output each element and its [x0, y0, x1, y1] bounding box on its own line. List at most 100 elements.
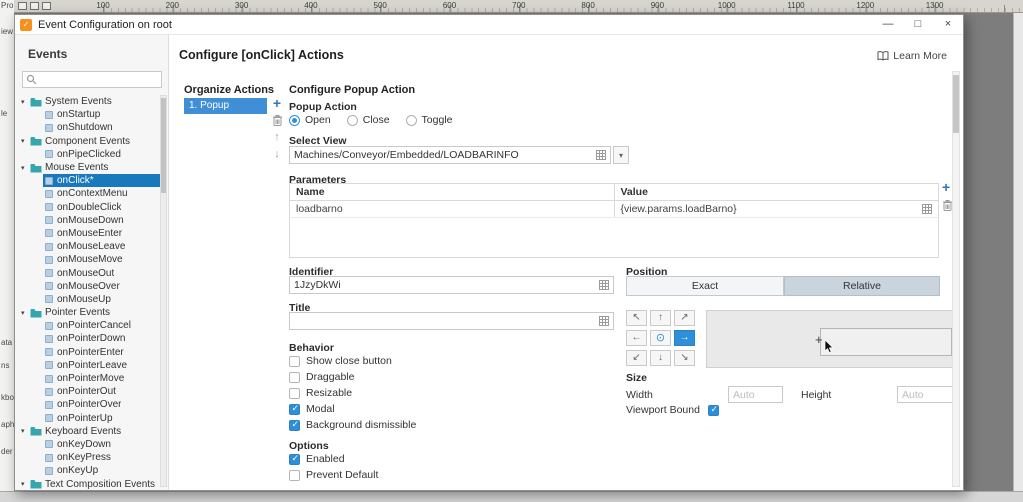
title-input[interactable]: [294, 315, 595, 327]
tree-item-onPointerCancel[interactable]: onPointerCancel: [43, 319, 161, 332]
parameter-name-cell[interactable]: loadbarno: [290, 201, 615, 217]
action-item-1[interactable]: 1. Popup: [184, 98, 267, 114]
identifier-binding-icon[interactable]: [599, 280, 609, 290]
tree-item-onPointerDown[interactable]: onPointerDown: [43, 332, 161, 345]
tree-item-onShutdown[interactable]: onShutdown: [43, 121, 161, 134]
select-view-field[interactable]: Machines/Conveyor/Embedded/LOADBARINFO: [289, 146, 611, 164]
delete-action-button[interactable]: [272, 115, 282, 126]
identifier-field[interactable]: [289, 276, 614, 294]
option-enabled[interactable]: Enabled: [289, 451, 378, 467]
zoom-icon[interactable]: [42, 2, 51, 10]
identifier-input[interactable]: [294, 279, 595, 291]
radio-option-toggle[interactable]: Toggle: [405, 114, 453, 126]
maximize-button[interactable]: □: [903, 15, 933, 34]
tree-item-onPipeClicked[interactable]: onPipeClicked: [43, 148, 161, 161]
tree-item-onMouseMove[interactable]: onMouseMove: [43, 253, 161, 266]
viewport-bound-checkbox[interactable]: [707, 404, 719, 416]
tree-item-onStartup[interactable]: onStartup: [43, 108, 161, 121]
tree-item-ComponentEvents[interactable]: ▾ Component Events: [15, 135, 161, 148]
behavior-show-close-button[interactable]: Show close button: [289, 353, 416, 369]
viewport-bound-row[interactable]: Viewport Bound: [626, 404, 719, 416]
radio-option-close[interactable]: Close: [346, 114, 390, 126]
move-up-button[interactable]: ↑: [274, 131, 280, 143]
search-input[interactable]: [40, 74, 158, 85]
main-scrollbar[interactable]: [952, 71, 960, 487]
tree-item-PointerEvents[interactable]: ▾ Pointer Events: [15, 306, 161, 319]
tree-item-onMouseUp[interactable]: onMouseUp: [43, 293, 161, 306]
add-action-button[interactable]: +: [273, 96, 281, 110]
tree-item-onPointerEnter[interactable]: onPointerEnter: [43, 346, 161, 359]
position-down-button[interactable]: ↓: [650, 350, 671, 366]
close-button[interactable]: ×: [933, 15, 963, 34]
behavior-modal[interactable]: Modal: [289, 401, 416, 417]
title-field[interactable]: [289, 312, 614, 330]
tree-item-onMouseOver[interactable]: onMouseOver: [43, 280, 161, 293]
expand-arrow-icon[interactable]: ▾: [21, 164, 30, 172]
tree-item-onMouseEnter[interactable]: onMouseEnter: [43, 227, 161, 240]
tree-item-SystemEvents[interactable]: ▾ System Events: [15, 95, 161, 108]
behavior-draggable[interactable]: Draggable: [289, 369, 416, 385]
position-down-left-button[interactable]: ↙: [626, 350, 647, 366]
dialog-titlebar[interactable]: ✓ Event Configuration on root — □ ×: [15, 15, 963, 35]
events-tree-scrollbar[interactable]: [160, 95, 167, 487]
expand-arrow-icon[interactable]: ▾: [21, 98, 30, 106]
tree-item-onDoubleClick[interactable]: onDoubleClick: [43, 201, 161, 214]
delete-parameter-button[interactable]: [943, 200, 952, 211]
behavior-background-dismissible[interactable]: Background dismissible: [289, 417, 416, 433]
grid-view-icon[interactable]: [30, 2, 39, 10]
select-view-dropdown-button[interactable]: ▾: [613, 146, 629, 164]
value-binding-icon[interactable]: [922, 204, 932, 214]
position-up-button[interactable]: ↑: [650, 310, 671, 326]
position-up-right-button[interactable]: ↗: [674, 310, 695, 326]
expand-arrow-icon[interactable]: ▾: [21, 480, 30, 488]
expand-arrow-icon[interactable]: ▾: [21, 309, 30, 317]
tree-item-onPointerMove[interactable]: onPointerMove: [43, 372, 161, 385]
height-input[interactable]: [897, 386, 953, 403]
parameter-value-cell[interactable]: {view.params.loadBarno}: [615, 201, 939, 217]
tree-item-onKeyDown[interactable]: onKeyDown: [43, 438, 161, 451]
tree-item-onKeyPress[interactable]: onKeyPress: [43, 451, 161, 464]
events-search[interactable]: [22, 71, 162, 88]
expand-arrow-icon[interactable]: ▾: [21, 137, 30, 145]
tree-item-label: onKeyPress: [57, 452, 111, 464]
tree-item-TextCompositionEvents[interactable]: ▾ Text Composition Events: [15, 477, 161, 490]
learn-more-link[interactable]: Learn More: [877, 50, 947, 62]
tree-item-onPointerOver[interactable]: onPointerOver: [43, 398, 161, 411]
tree-item-onMouseLeave[interactable]: onMouseLeave: [43, 240, 161, 253]
option-prevent-default[interactable]: Prevent Default: [289, 467, 378, 483]
tree-item-label: onShutdown: [57, 122, 113, 134]
main-scrollbar-thumb[interactable]: [953, 75, 959, 133]
tree-item-onPointerUp[interactable]: onPointerUp: [43, 412, 161, 425]
radio-option-open[interactable]: Open: [289, 114, 331, 126]
ruler-number: 400: [304, 1, 318, 10]
tree-item-onContextMenu[interactable]: onContextMenu: [43, 187, 161, 200]
width-input[interactable]: [728, 386, 783, 403]
title-binding-icon[interactable]: [599, 316, 609, 326]
view-binding-icon[interactable]: [596, 150, 606, 160]
tree-item-onMouseDown[interactable]: onMouseDown: [43, 214, 161, 227]
position-up-left-button[interactable]: ↖: [626, 310, 647, 326]
tree-item-onPointerOut[interactable]: onPointerOut: [43, 385, 161, 398]
tree-item-onMouseOut[interactable]: onMouseOut: [43, 266, 161, 279]
tree-item-KeyboardEvents[interactable]: ▾ Keyboard Events: [15, 425, 161, 438]
tree-item-onClick[interactable]: onClick*: [43, 174, 161, 188]
radio-icon: [405, 114, 417, 126]
minimize-button[interactable]: —: [873, 15, 903, 34]
add-parameter-button[interactable]: +: [942, 180, 950, 194]
tree-item-MouseEvents[interactable]: ▾ Mouse Events: [15, 161, 161, 174]
tree-item-onPointerLeave[interactable]: onPointerLeave: [43, 359, 161, 372]
position-mode-exact[interactable]: Exact: [626, 276, 784, 296]
position-left-button[interactable]: ←: [626, 330, 647, 346]
scrollbar-thumb[interactable]: [161, 98, 166, 193]
move-down-button[interactable]: ↓: [274, 148, 280, 160]
behavior-resizable[interactable]: Resizable: [289, 385, 416, 401]
position-down-right-button[interactable]: ↘: [674, 350, 695, 366]
organize-actions-list: 1. Popup: [184, 98, 267, 114]
menu-icon[interactable]: [18, 2, 27, 10]
tree-item-onKeyUp[interactable]: onKeyUp: [43, 464, 161, 477]
position-center-button[interactable]: ⊙: [650, 330, 671, 346]
position-mode-relative[interactable]: Relative: [784, 276, 940, 296]
ruler-toolbar-icons: [18, 2, 51, 10]
position-right-button[interactable]: →: [674, 330, 695, 346]
expand-arrow-icon[interactable]: ▾: [21, 427, 30, 435]
